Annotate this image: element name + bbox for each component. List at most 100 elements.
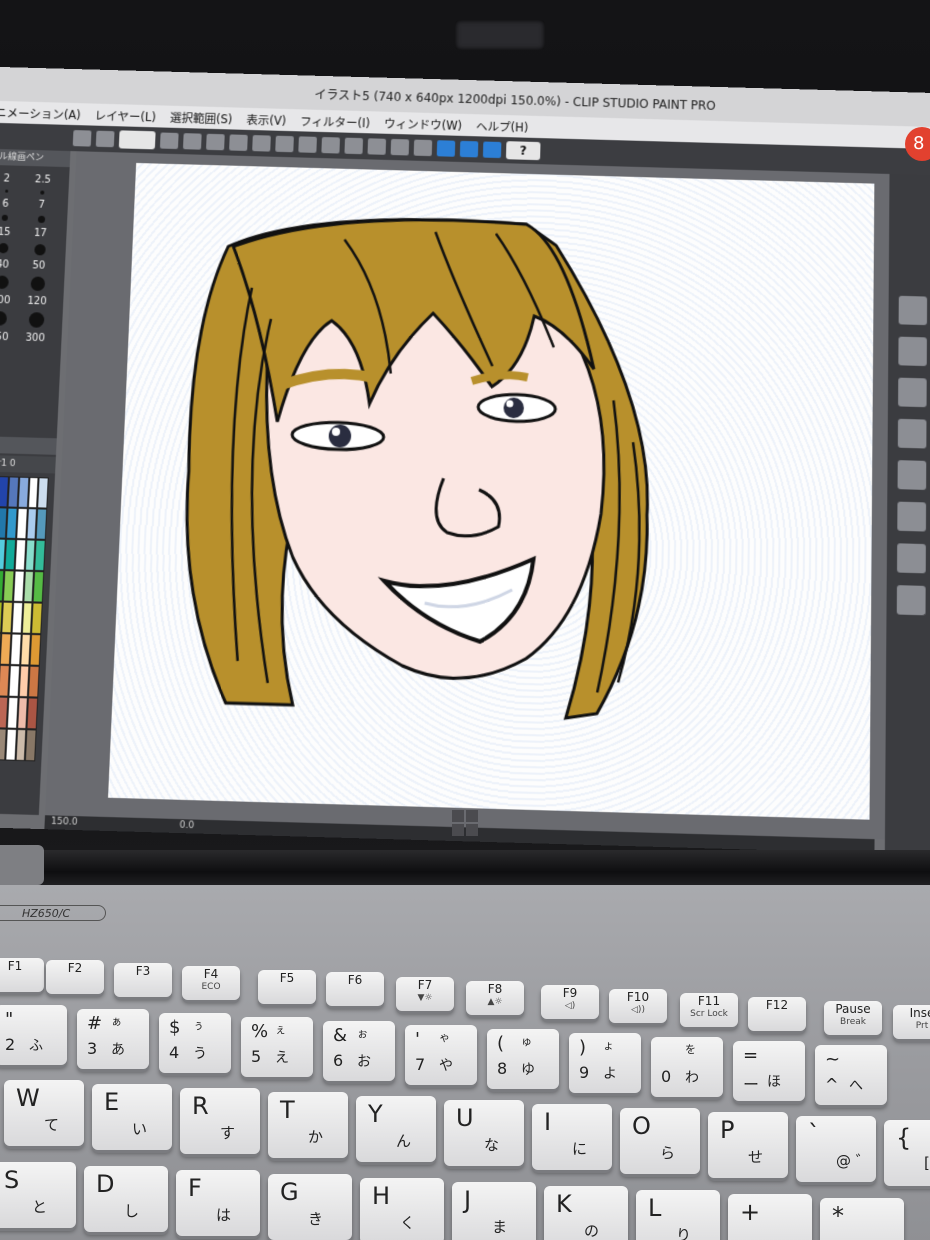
letter-key[interactable]: {[ [884,1120,930,1186]
brush-size-label[interactable]: 2 [0,173,25,185]
letter-key[interactable]: Iに [532,1104,612,1170]
snap-grid-icon[interactable] [483,142,501,159]
brush-size-label[interactable]: 6 [0,198,24,210]
menu-selection[interactable]: 選択範囲(S) [162,106,239,130]
brush-dot-icon[interactable] [0,275,8,289]
brush-size-label[interactable]: 2.5 [25,174,62,186]
letter-key[interactable]: Rす [180,1088,260,1154]
invert-icon[interactable] [391,139,410,156]
letter-key[interactable]: Uな [444,1100,524,1166]
number-key[interactable]: ) ょ 9 よ [569,1033,641,1093]
menu-view[interactable]: 表示(V) [239,108,294,132]
letter-key[interactable]: Hく [360,1178,444,1240]
select-icon[interactable] [96,131,115,148]
number-key[interactable]: & ぉ 6 お [323,1021,395,1081]
letter-key[interactable]: Fは [176,1170,260,1236]
function-key-f5[interactable]: F5 [258,970,316,1004]
function-key-inse[interactable]: InsePrt [893,1005,930,1039]
letter-key[interactable]: Gき [268,1174,352,1240]
function-key-f11[interactable]: F11 Scr Lock [680,993,738,1027]
letter-key[interactable]: Lり [636,1190,720,1240]
brush-dot-icon[interactable] [28,312,44,328]
function-key-f6[interactable]: F6 [326,972,384,1006]
open-folder-icon[interactable] [183,133,202,150]
brush-dot-icon[interactable] [40,191,44,195]
panel-button-icon[interactable] [897,543,926,573]
brush-dot-icon[interactable] [37,216,44,223]
redo-icon[interactable] [252,135,271,152]
help-button[interactable]: ? [506,141,541,160]
function-key-f12[interactable]: F12 [748,997,806,1031]
brush-size-label[interactable]: 100 [0,294,19,306]
panel-button-icon[interactable] [898,460,927,490]
number-key[interactable]: $ ぅ 4 う [159,1013,231,1073]
menu-window[interactable]: ウィンドウ(W) [377,111,470,136]
brush-size-label[interactable]: 50 [20,260,57,272]
brush-dot-icon[interactable] [34,244,46,255]
grid-icon[interactable] [73,130,92,147]
panel-button-icon[interactable] [898,419,927,449]
letter-key[interactable]: Yん [356,1096,436,1162]
function-key-f3[interactable]: F3 [114,963,172,997]
panel-button-icon[interactable] [899,296,927,325]
brush-dot-icon[interactable] [30,276,45,291]
grid-toggle-icon[interactable] [414,140,433,157]
number-key[interactable]: % ぇ 5 え [241,1017,313,1077]
function-key-f4[interactable]: F4 ECO [182,966,240,1000]
number-key[interactable]: " 2 ふ [0,1005,67,1065]
number-key[interactable]: ~ ^ へ [815,1045,887,1105]
rotation-value[interactable]: 0.0 [179,820,194,831]
menu-filter[interactable]: フィルター(I) [293,109,378,133]
panel-button-icon[interactable] [898,378,927,408]
fill-icon[interactable] [321,137,340,154]
function-key-pause[interactable]: Pause Break [824,1001,882,1035]
function-key-f10[interactable]: F10 ◁)) [609,989,667,1023]
letter-key[interactable]: Tか [268,1092,348,1158]
brush-size-label[interactable]: 120 [19,295,56,307]
hide-selection-icon[interactable] [368,138,387,155]
menu-help[interactable]: ヘルプ(H) [469,114,536,138]
undo-icon[interactable] [229,134,248,151]
drawing-canvas[interactable] [108,163,874,820]
new-file-icon[interactable] [160,132,179,149]
snap-special-ruler-icon[interactable] [460,141,479,158]
number-key[interactable]: # ぁ 3 あ [77,1009,149,1069]
brush-dot-icon[interactable] [0,243,9,253]
panel-button-icon[interactable] [897,585,926,615]
panel-button-icon[interactable] [897,502,926,532]
function-key-f9[interactable]: F9 ◁) [541,985,599,1019]
letter-key[interactable]: Pせ [708,1112,788,1178]
menu-layer[interactable]: レイヤー(L) [87,103,163,127]
number-key[interactable]: (ゅ 8 ゆ [487,1029,559,1089]
snap-ruler-icon[interactable] [437,140,456,157]
save-icon[interactable] [206,134,225,151]
brush-dot-icon[interactable] [0,311,7,326]
brush-size-label[interactable]: 250 [0,331,17,343]
clip-studio-icon[interactable] [119,130,156,149]
letter-key[interactable]: Jま [452,1182,536,1240]
color-set-palette[interactable] [0,475,49,761]
clear-icon[interactable] [275,136,294,153]
function-key-f1[interactable]: F1 [0,958,44,992]
letter-key[interactable]: ` @ ゛ [796,1116,876,1182]
number-key[interactable]: = ーほ [733,1041,805,1101]
letter-key[interactable]: Oら [620,1108,700,1174]
letter-key[interactable]: + [728,1194,812,1240]
letter-key[interactable]: Wて [4,1080,84,1146]
letter-key[interactable]: Dし [84,1166,168,1232]
zoom-value[interactable]: 150.0 [51,816,78,827]
brush-dot-icon[interactable] [2,215,8,221]
brush-dot-icon[interactable] [5,190,8,193]
letter-key[interactable]: Sと [0,1162,76,1228]
brush-size-label[interactable]: 15 [0,226,22,238]
number-key[interactable]: ' ゃ 7 や [405,1025,477,1085]
number-key[interactable]: を0わ [651,1037,723,1097]
panel-button-icon[interactable] [898,337,927,366]
letter-key[interactable]: * [820,1198,904,1240]
letter-key[interactable]: Kの [544,1186,628,1240]
crop-icon[interactable] [344,138,363,155]
function-key-f2[interactable]: F2 [46,960,104,994]
brush-size-label[interactable]: 40 [0,259,21,271]
transform-icon[interactable] [298,136,317,153]
brush-size-label[interactable]: 300 [17,332,54,344]
